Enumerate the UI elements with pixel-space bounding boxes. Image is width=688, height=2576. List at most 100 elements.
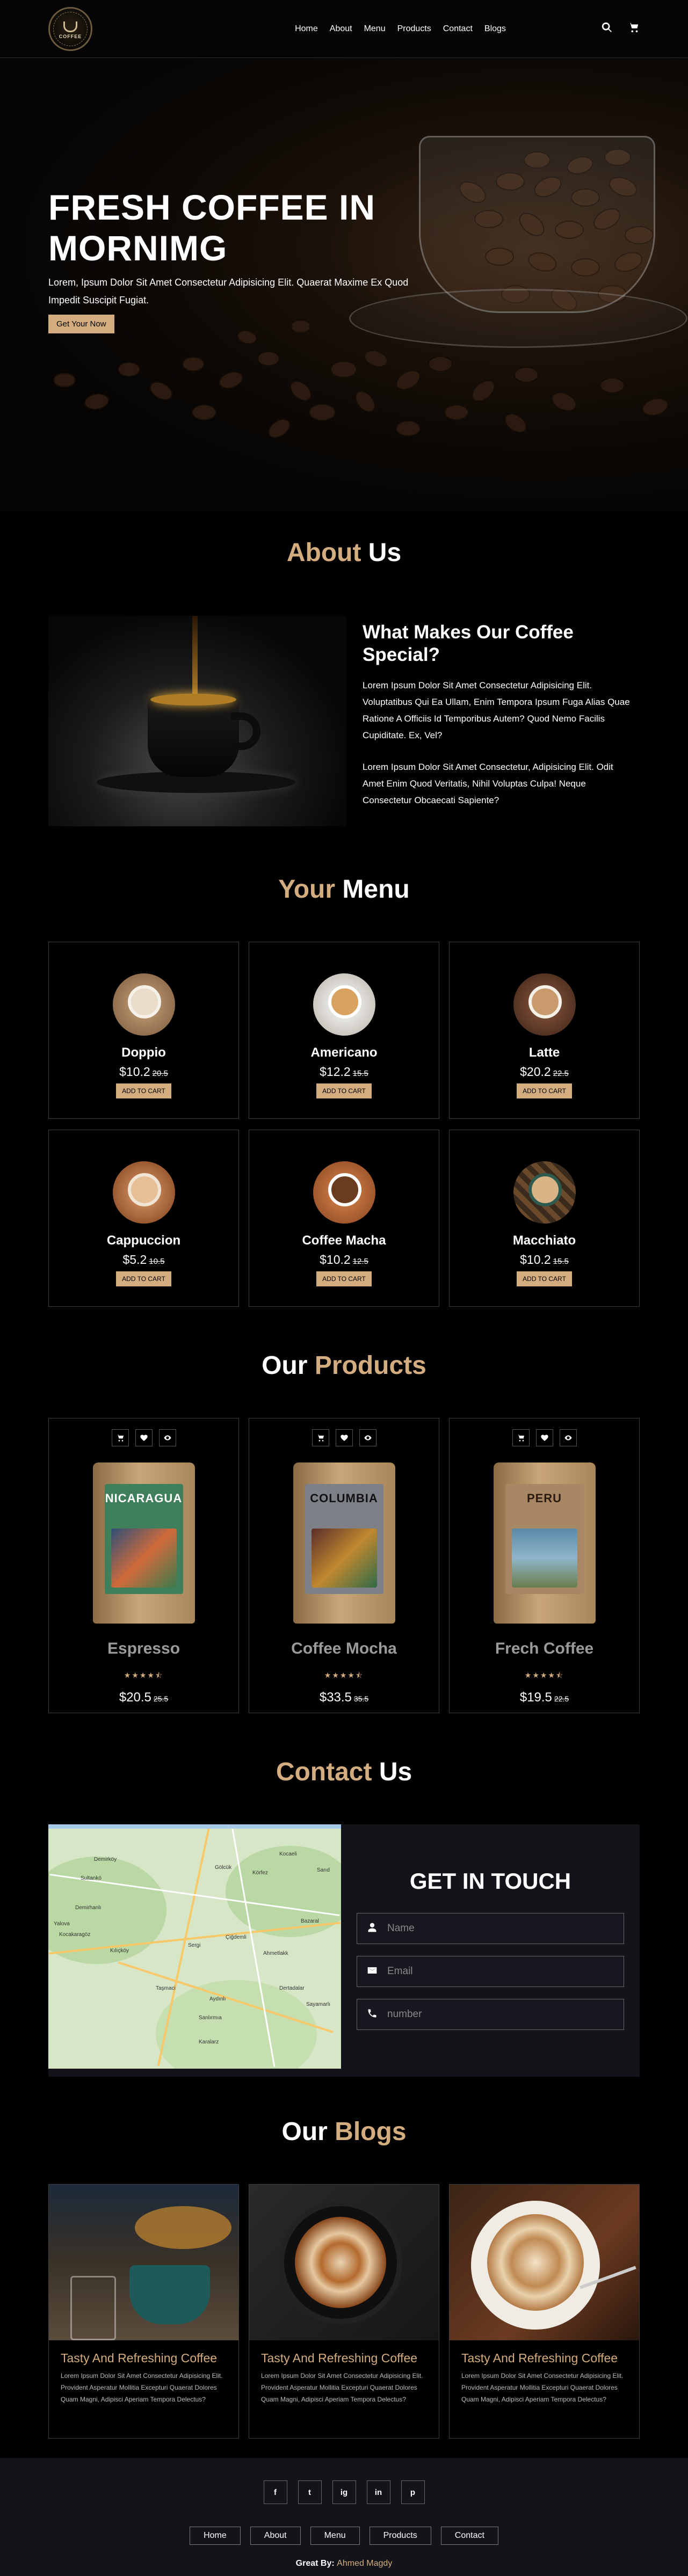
main-nav: Home About Menu Products Contact Blogs — [295, 24, 506, 34]
linkedin-icon[interactable]: in — [366, 2480, 390, 2504]
blog-title[interactable]: Tasty And Refreshing Coffee — [461, 2351, 639, 2366]
bag-title: COLUMBIA — [310, 1491, 378, 1505]
price-current: $33.5 — [319, 1690, 352, 1705]
footer-nav-products[interactable]: Products — [369, 2527, 431, 2545]
email-input[interactable] — [387, 1966, 613, 1977]
product-price: $20.5 25.5 — [119, 1690, 168, 1705]
hero-title: FRESH COFFEE IN MORNIMG — [48, 187, 376, 268]
price-old: 10.5 — [149, 1257, 165, 1266]
map-label: Kocakaragöz — [59, 1932, 91, 1938]
footer-nav-home[interactable]: Home — [190, 2527, 241, 2545]
instagram-icon[interactable]: ig — [332, 2480, 356, 2504]
price-current: $20.5 — [119, 1690, 151, 1705]
product-card: PERU Frech Coffee ★★★★⯪ $19.5 22.5 — [449, 1418, 640, 1713]
footer-nav-menu[interactable]: Menu — [310, 2527, 360, 2545]
star-rating: ★★★★⯪ — [124, 1671, 164, 1679]
price-old: 22.5 — [553, 1069, 569, 1078]
menu-item-name: Macchiato — [512, 1233, 576, 1248]
add-to-cart-button[interactable]: ADD TO CART — [517, 1083, 572, 1098]
bag-picture — [511, 1529, 577, 1588]
cart-icon[interactable] — [111, 1429, 129, 1446]
number-input[interactable] — [387, 2009, 613, 2020]
pinterest-icon[interactable]: p — [401, 2480, 425, 2504]
nav-blogs[interactable]: Blogs — [484, 24, 506, 34]
map-label: Demirköy — [94, 1857, 117, 1862]
nav-products[interactable]: Products — [397, 24, 431, 34]
header-icons — [601, 21, 640, 36]
star-rating: ★★★★⯪ — [524, 1671, 564, 1679]
price-old: 15.5 — [352, 1069, 368, 1078]
blog-text: Lorem Ipsum Dolor Sit Amet Consectetur A… — [61, 2372, 223, 2403]
eye-icon[interactable] — [359, 1429, 376, 1446]
blog-title[interactable]: Tasty And Refreshing Coffee — [261, 2351, 439, 2366]
add-to-cart-button[interactable]: ADD TO CART — [316, 1083, 372, 1098]
search-icon[interactable] — [601, 21, 613, 36]
about-text: What Makes Our Coffee Special? Lorem Ips… — [363, 616, 631, 826]
eye-icon[interactable] — [158, 1429, 176, 1446]
menu-card: Americano $12.2 15.5 ADD TO CART — [249, 942, 439, 1119]
blog-image — [49, 2185, 238, 2340]
about-title-rest: Us — [368, 539, 402, 567]
number-field — [357, 1999, 624, 2030]
nav-home[interactable]: Home — [295, 24, 318, 34]
coffee-photo — [513, 973, 576, 1036]
get-your-now-button[interactable]: Get Your Now — [48, 315, 114, 333]
blog-card[interactable]: Tasty And Refreshing Coffee Lorem Ipsum … — [449, 2184, 640, 2439]
map[interactable]: Demirköy Sultankö Gölcük Kocaeli Körfez … — [48, 1824, 341, 2069]
price-current: $10.2 — [119, 1065, 150, 1079]
blogs-title-prefix: Our — [281, 2117, 328, 2146]
logo-ring — [53, 11, 88, 46]
menu-item-price: $10.2 20.5 — [119, 1065, 168, 1079]
map-label: Çiğdemli — [226, 1934, 247, 1940]
footer-nav-contact[interactable]: Contact — [440, 2527, 498, 2545]
about-heading: What Makes Our Coffee Special? — [363, 622, 574, 665]
map-label: Ahmetlakk — [263, 1951, 288, 1956]
menu-title: Your Menu — [48, 875, 640, 904]
menu-item-price: $12.2 15.5 — [320, 1065, 368, 1079]
facebook-icon[interactable]: f — [263, 2480, 287, 2504]
nav-about[interactable]: About — [330, 24, 352, 34]
footer-nav-about[interactable]: About — [250, 2527, 301, 2545]
product-card: NICARAGUA Espresso ★★★★⯪ $20.5 25.5 — [48, 1418, 239, 1713]
price-old: 25.5 — [153, 1694, 169, 1703]
eye-icon[interactable] — [559, 1429, 577, 1446]
blog-card[interactable]: Tasty And Refreshing Coffee Lorem Ipsum … — [48, 2184, 239, 2439]
menu-grid: Doppio $10.2 20.5 ADD TO CART Americano $… — [48, 942, 640, 1307]
menu-item-name: Cappuccion — [106, 1233, 181, 1248]
menu-card: Cappuccion $5.2 10.5 ADD TO CART — [48, 1130, 239, 1307]
map-label: Sultankö — [81, 1875, 102, 1881]
nav-contact[interactable]: Contact — [443, 24, 473, 34]
cart-icon[interactable] — [512, 1429, 530, 1446]
contact-title-rest: Us — [379, 1758, 412, 1786]
nav-menu[interactable]: Menu — [364, 24, 386, 34]
cart-icon[interactable] — [628, 21, 640, 36]
blog-title[interactable]: Tasty And Refreshing Coffee — [61, 2351, 238, 2366]
add-to-cart-button[interactable]: ADD TO CART — [517, 1271, 572, 1286]
add-to-cart-button[interactable]: ADD TO CART — [316, 1271, 372, 1286]
star-rating: ★★★★⯪ — [324, 1671, 364, 1679]
add-to-cart-button[interactable]: ADD TO CART — [116, 1271, 171, 1286]
menu-card: Doppio $10.2 20.5 ADD TO CART — [48, 942, 239, 1119]
map-label: Kılıçköy — [110, 1948, 129, 1954]
blog-text: Lorem Ipsum Dolor Sit Amet Consectetur A… — [261, 2372, 423, 2403]
logo[interactable]: COFFEE — [48, 6, 92, 51]
bag-title: PERU — [526, 1491, 562, 1505]
twitter-icon[interactable]: t — [298, 2480, 322, 2504]
cart-icon[interactable] — [312, 1429, 329, 1446]
heart-icon[interactable] — [335, 1429, 353, 1446]
add-to-cart-button[interactable]: ADD TO CART — [116, 1083, 171, 1098]
blog-card[interactable]: Tasty And Refreshing Coffee Lorem Ipsum … — [249, 2184, 439, 2439]
water-glass — [70, 2276, 116, 2340]
about-paragraph-1: Lorem Ipsum Dolor Sit Amet Consectetur A… — [363, 680, 630, 740]
price-old: 22.5 — [554, 1694, 569, 1703]
contact-title: Contact Us — [48, 1757, 640, 1787]
menu-card: Latte $20.2 22.5 ADD TO CART — [449, 942, 640, 1119]
heart-icon[interactable] — [135, 1429, 153, 1446]
email-field — [357, 1956, 624, 1987]
bag-label: COLUMBIA — [305, 1484, 383, 1594]
bag-label: NICARAGUA — [104, 1484, 183, 1594]
products-title-prefix: Our — [262, 1351, 308, 1380]
name-input[interactable] — [387, 1923, 613, 1934]
heart-icon[interactable] — [535, 1429, 553, 1446]
hero-text: Lorem, Ipsum Dolor Sit Amet Consectetur … — [48, 277, 409, 305]
